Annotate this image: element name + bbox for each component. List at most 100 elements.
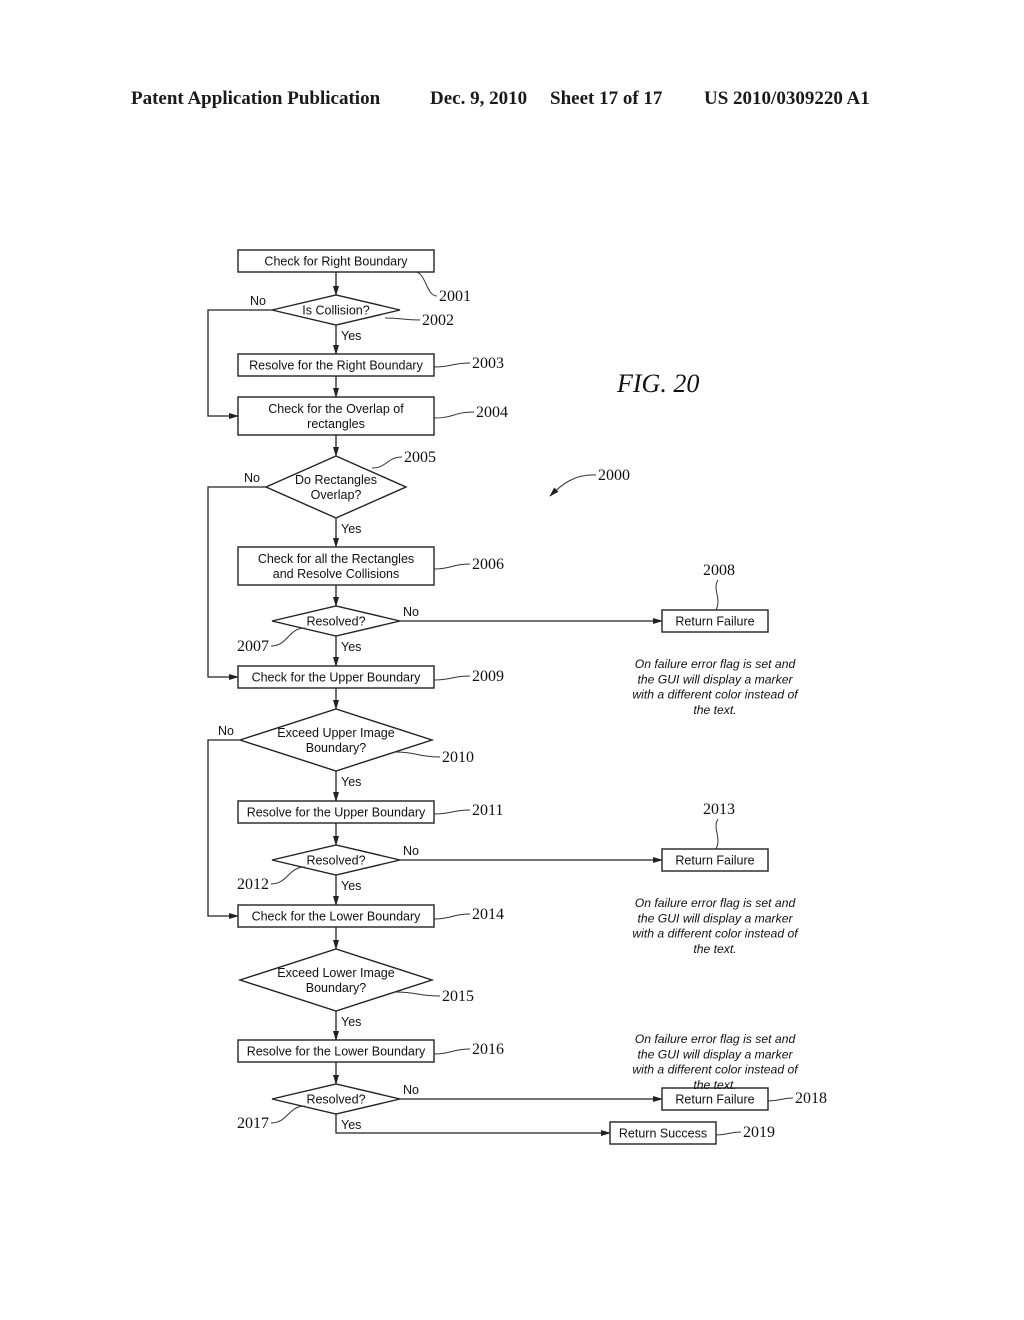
leader-line: [433, 362, 471, 368]
node-text: Boundary?: [306, 741, 367, 755]
leader-line: [371, 456, 403, 469]
leader-line: [270, 1105, 306, 1124]
node-text: Resolve for the Upper Boundary: [247, 806, 426, 820]
note-line: the GUI will display a marker: [637, 911, 793, 925]
edge-no-2010-2014: [207, 739, 240, 919]
ref-2018: 2018: [795, 1090, 827, 1107]
node-text: Boundary?: [306, 981, 367, 995]
node-text: Resolved?: [306, 1093, 365, 1107]
leader-line: [433, 1048, 471, 1055]
leader-line: [433, 913, 471, 920]
node-text: Check for the Lower Boundary: [252, 910, 422, 924]
ref-2009: 2009: [472, 668, 504, 685]
leader-line: [715, 818, 719, 850]
yes-label: Yes: [341, 640, 361, 654]
note-line: with a different color instead of: [632, 688, 799, 702]
ref-2006: 2006: [472, 556, 504, 573]
node-text: Return Failure: [675, 854, 754, 868]
ref-2003: 2003: [472, 355, 504, 372]
failure-note-3: On failure error flag is set andthe GUI …: [632, 1032, 799, 1092]
no-label: No: [403, 844, 419, 858]
process-2016: Resolve for the Lower Boundary: [237, 1039, 435, 1063]
node-text: Do Rectangles: [295, 473, 377, 487]
leader-line: [270, 627, 306, 647]
decision-shape: [264, 455, 408, 519]
ref-2016: 2016: [472, 1041, 504, 1058]
decision-2007: Resolved?: [271, 605, 401, 637]
decision-2005: Do RectanglesOverlap?: [264, 455, 408, 519]
note-line: the GUI will display a marker: [637, 1047, 793, 1061]
yes-label: Yes: [341, 329, 361, 343]
note-line: On failure error flag is set and: [635, 896, 797, 910]
leader-line: [414, 271, 438, 297]
process-2006: Check for all the Rectanglesand Resolve …: [237, 546, 435, 586]
ref-2015: 2015: [442, 988, 474, 1005]
node-text: Return Failure: [675, 615, 754, 629]
note-line: the text.: [693, 942, 736, 956]
leader-line: [270, 866, 306, 885]
leader-line: [394, 991, 441, 997]
node-text: rectangles: [307, 417, 365, 431]
node-text: Check for the Upper Boundary: [252, 671, 422, 685]
note-line: the GUI will display a marker: [637, 672, 793, 686]
leader-line: [433, 411, 475, 419]
note-line: with a different color instead of: [632, 927, 799, 941]
ref-2002: 2002: [422, 312, 454, 329]
note-line: On failure error flag is set and: [635, 657, 797, 671]
node-text: Return Success: [619, 1127, 707, 1141]
ref-2019: 2019: [743, 1124, 775, 1141]
process-2019: Return Success: [609, 1121, 717, 1145]
process-2008: Return Failure: [661, 609, 769, 633]
process-2004: Check for the Overlap ofrectangles: [237, 396, 435, 436]
no-label: No: [218, 724, 234, 738]
note-line: with a different color instead of: [632, 1063, 799, 1077]
leader-line: [394, 751, 441, 758]
decision-2010: Exceed Upper ImageBoundary?: [237, 708, 435, 772]
node-text: Exceed Upper Image: [277, 726, 394, 740]
leader-line: [433, 563, 471, 570]
node-text: Check for the Overlap of: [268, 402, 404, 416]
no-label: No: [244, 471, 260, 485]
leader-line: [715, 1131, 742, 1136]
no-label: No: [403, 1083, 419, 1097]
node-text: Overlap?: [311, 488, 362, 502]
yes-label: Yes: [341, 775, 361, 789]
ref-2012: 2012: [237, 876, 269, 893]
no-label: No: [403, 605, 419, 619]
note-line: On failure error flag is set and: [635, 1032, 797, 1046]
node-text: Check for Right Boundary: [264, 255, 408, 269]
node-text: Resolve for the Lower Boundary: [247, 1045, 426, 1059]
no-label: No: [250, 294, 266, 308]
ref-2008: 2008: [703, 562, 735, 579]
decision-2017: Resolved?: [271, 1083, 401, 1115]
node-text: Return Failure: [675, 1093, 754, 1107]
flowchart: Yes Yes Yes Yes Yes Yes No No No No No No Yes Check …: [207, 249, 827, 1145]
leader-line: [767, 1097, 794, 1102]
process-2009: Check for the Upper Boundary: [237, 665, 435, 689]
process-2011: Resolve for the Upper Boundary: [237, 800, 435, 824]
overall-ref-arrow: [549, 474, 597, 497]
node-text: Is Collision?: [302, 304, 369, 318]
edge-yes-2017-2019: [335, 1114, 611, 1136]
node-text: Resolved?: [306, 854, 365, 868]
ref-2001: 2001: [439, 288, 471, 305]
process-2013: Return Failure: [661, 848, 769, 872]
node-text: Exceed Lower Image: [277, 966, 394, 980]
ref-2010: 2010: [442, 749, 474, 766]
ref-2013: 2013: [703, 801, 735, 818]
node-text: Check for all the Rectangles: [258, 552, 414, 566]
leader-line: [433, 809, 471, 815]
yes-label: Yes: [341, 522, 361, 536]
node-text: Resolve for the Right Boundary: [249, 359, 423, 373]
node-text: Resolved?: [306, 615, 365, 629]
failure-note-2: On failure error flag is set andthe GUI …: [632, 896, 799, 956]
node-text: and Resolve Collisions: [273, 567, 399, 581]
leader-line: [433, 675, 471, 681]
yes-label: Yes: [341, 1015, 361, 1029]
leader-line: [715, 579, 719, 611]
ref-2017: 2017: [237, 1115, 269, 1132]
yes-label: Yes: [341, 1118, 361, 1132]
overall-ref-2000: 2000: [598, 467, 630, 484]
leader-line: [384, 317, 421, 321]
failure-note-1: On failure error flag is set andthe GUI …: [632, 657, 799, 717]
